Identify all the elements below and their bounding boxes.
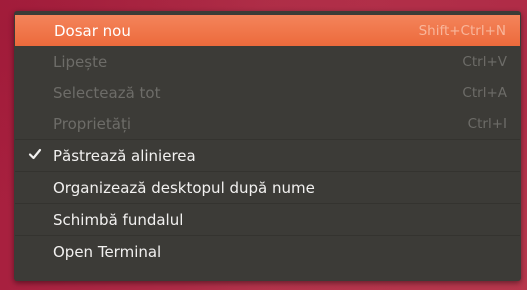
menu-item-shortcut: Shift+Ctrl+N (418, 22, 506, 39)
menu-item-open-terminal[interactable]: Open Terminal (14, 236, 521, 267)
menu-item-label: Păstrează alinierea (53, 146, 196, 165)
menu-item-label: Dosar nou (54, 21, 131, 40)
menu-item-shortcut: Ctrl+A (462, 84, 507, 101)
menu-item-label: Organizează desktopul după nume (53, 178, 315, 197)
menu-item-new-folder[interactable]: Dosar nou Shift+Ctrl+N (15, 15, 520, 46)
menu-item-organize-by-name[interactable]: Organizează desktopul după nume (14, 172, 521, 203)
menu-item-change-background[interactable]: Schimbă fundalul (14, 204, 521, 235)
menu-item-shortcut: Ctrl+I (467, 115, 507, 132)
menu-item-label: Lipește (53, 52, 108, 71)
menu-item-keep-aligned[interactable]: Păstrează alinierea (14, 140, 521, 171)
menu-item-label: Schimbă fundalul (53, 210, 184, 229)
menu-item-paste[interactable]: Lipește Ctrl+V (14, 46, 521, 77)
menu-item-properties[interactable]: Proprietăți Ctrl+I (14, 108, 521, 139)
menu-item-label: Selectează tot (53, 83, 161, 102)
menu-item-label: Open Terminal (53, 242, 162, 261)
menu-item-label: Proprietăți (53, 114, 132, 133)
menu-item-select-all[interactable]: Selectează tot Ctrl+A (14, 77, 521, 108)
check-icon (28, 147, 42, 161)
menu-item-shortcut: Ctrl+V (462, 53, 507, 70)
desktop-context-menu: Dosar nou Shift+Ctrl+N Lipește Ctrl+V Se… (14, 11, 521, 281)
